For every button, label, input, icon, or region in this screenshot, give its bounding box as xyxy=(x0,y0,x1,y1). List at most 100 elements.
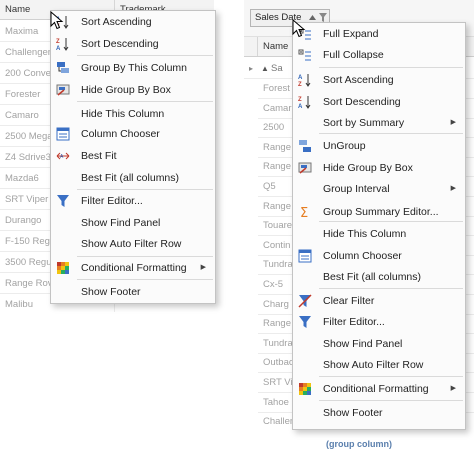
conditional-formatting-icon xyxy=(56,261,70,275)
menu-item-label: Sort Ascending xyxy=(81,16,152,28)
group-by-column-icon xyxy=(56,61,70,75)
menu-separator xyxy=(319,67,463,68)
mouse-cursor-icon xyxy=(292,19,306,38)
menu-item-label: Filter Editor... xyxy=(81,195,143,207)
menu-item-label: Sort Descending xyxy=(323,96,401,108)
menu-item-group-by-this-column[interactable]: Group By This Column xyxy=(51,58,215,78)
svg-text:Z: Z xyxy=(298,82,302,87)
menu-item-best-fit[interactable]: A Best Fit xyxy=(51,146,215,166)
right-context-menu: Full Expand Full Collapse A Z Sort Ascending… xyxy=(292,22,466,430)
hide-group-box-icon xyxy=(56,83,70,97)
submenu-arrow-icon: ▶ xyxy=(200,264,206,271)
menu-item-show-find-panel[interactable]: Show Find Panel xyxy=(51,213,215,233)
menu-item-label: Best Fit xyxy=(81,150,117,162)
svg-text:Z: Z xyxy=(56,39,60,45)
menu-item-sort-ascending[interactable]: AZSort Ascending xyxy=(293,70,465,90)
menu-item-group-summary-editor[interactable]: Σ Group Summary Editor... xyxy=(293,202,465,222)
filter-icon xyxy=(56,194,70,208)
menu-item-label: Conditional Formatting xyxy=(81,262,187,274)
menu-separator xyxy=(77,55,213,56)
menu-item-column-chooser[interactable]: Column Chooser xyxy=(51,124,215,144)
menu-separator xyxy=(319,133,463,134)
menu-item-column-chooser[interactable]: Column Chooser xyxy=(293,246,465,266)
sort-descending-icon: ZA xyxy=(298,95,312,110)
menu-item-label: Best Fit (all columns) xyxy=(323,271,422,283)
menu-separator xyxy=(77,256,213,257)
svg-text:A: A xyxy=(298,75,303,81)
submenu-arrow-icon: ▶ xyxy=(450,119,456,126)
menu-item-label: Full Collapse xyxy=(323,49,384,61)
sort-arrow-icon: ▲ xyxy=(261,64,269,73)
menu-item-label: Hide This Column xyxy=(323,228,407,240)
menu-item-label: Hide Group By Box xyxy=(323,162,413,174)
menu-separator xyxy=(77,101,213,102)
menu-separator xyxy=(319,400,463,401)
menu-item-show-find-panel[interactable]: Show Find Panel xyxy=(293,334,465,354)
expand-arrow-icon[interactable]: ▸ xyxy=(249,58,253,78)
menu-item-label: Filter Editor... xyxy=(323,316,385,328)
menu-item-sort-ascending[interactable]: AZSort Ascending xyxy=(51,12,215,32)
menu-item-sort-descending[interactable]: Z A Sort Descending xyxy=(51,34,215,54)
sort-ascending-icon: AZ xyxy=(298,73,312,88)
column-chooser-icon xyxy=(298,249,312,263)
menu-item-label: Column Chooser xyxy=(81,128,160,140)
figure-caption: (group column) xyxy=(326,439,392,449)
filter-icon[interactable] xyxy=(319,13,327,22)
menu-item-label: Sort Descending xyxy=(81,38,159,50)
conditional-formatting-icon xyxy=(298,382,312,396)
column-chooser-icon xyxy=(56,127,70,141)
menu-item-label: Column Chooser xyxy=(323,250,402,262)
menu-item-label: Hide Group By Box xyxy=(81,84,171,96)
menu-item-show-footer[interactable]: Show Footer xyxy=(51,282,215,302)
menu-item-filter-editor[interactable]: Filter Editor... xyxy=(293,312,465,332)
menu-item-label: Clear Filter xyxy=(323,295,375,307)
submenu-arrow-icon: ▶ xyxy=(450,385,456,392)
indent-header xyxy=(244,37,258,56)
menu-separator xyxy=(319,221,463,222)
svg-text:A: A xyxy=(298,104,303,109)
menu-item-full-expand[interactable]: Full Expand xyxy=(293,24,465,44)
menu-item-show-auto-filter-row[interactable]: Show Auto Filter Row xyxy=(51,234,215,254)
menu-item-label: Hide This Column xyxy=(81,108,165,120)
ungroup-icon xyxy=(298,139,312,153)
group-row-label: Sa xyxy=(271,63,283,74)
menu-item-best-fit-all-columns[interactable]: Best Fit (all columns) xyxy=(293,267,465,287)
menu-item-show-auto-filter-row[interactable]: Show Auto Filter Row xyxy=(293,355,465,375)
menu-item-clear-filter[interactable]: Clear Filter xyxy=(293,291,465,311)
menu-item-label: Show Footer xyxy=(81,286,141,298)
menu-item-hide-group-by-box[interactable]: Hide Group By Box xyxy=(51,80,215,100)
menu-item-hide-this-column[interactable]: Hide This Column xyxy=(293,224,465,244)
svg-text:Z: Z xyxy=(298,97,302,103)
menu-item-label: Group Interval xyxy=(323,183,390,195)
hide-group-box-icon xyxy=(298,161,312,175)
best-fit-icon: A xyxy=(56,149,70,163)
svg-text:Σ: Σ xyxy=(300,206,308,219)
menu-item-full-collapse[interactable]: Full Collapse xyxy=(293,45,465,65)
menu-item-label: Sort by Summary xyxy=(323,117,405,129)
menu-item-label: Show Find Panel xyxy=(323,338,403,350)
menu-item-ungroup[interactable]: UnGroup xyxy=(293,136,465,156)
menu-item-show-footer[interactable]: Show Footer xyxy=(293,403,465,423)
menu-item-hide-group-by-box[interactable]: Hide Group By Box xyxy=(293,158,465,178)
menu-item-label: Show Find Panel xyxy=(81,217,161,229)
menu-separator xyxy=(77,279,213,280)
menu-item-group-interval[interactable]: Group Interval ▶ xyxy=(293,179,465,199)
menu-item-sort-descending[interactable]: Z A Sort Descending xyxy=(293,92,465,112)
left-context-menu: AZSort AscendingZASort DescendingGroup B… xyxy=(50,10,216,304)
clear-filter-icon xyxy=(298,294,312,308)
menu-item-label: Best Fit (all columns) xyxy=(81,172,180,184)
menu-item-hide-this-column[interactable]: Hide This Column xyxy=(51,104,215,124)
menu-item-label: Conditional Formatting xyxy=(323,383,429,395)
menu-separator xyxy=(319,376,463,377)
menu-item-label: Show Auto Filter Row xyxy=(81,238,182,250)
menu-item-best-fit-all-columns[interactable]: Best Fit (all columns) xyxy=(51,168,215,188)
menu-item-label: Show Footer xyxy=(323,407,383,419)
menu-item-conditional-formatting[interactable]: Conditional Formatting ▶ xyxy=(51,258,215,278)
sort-arrow-icon xyxy=(309,15,316,20)
menu-item-conditional-formatting[interactable]: Conditional Formatting ▶ xyxy=(293,379,465,399)
menu-item-filter-editor[interactable]: Filter Editor... xyxy=(51,191,215,211)
full-collapse-icon xyxy=(298,48,312,62)
svg-text:A: A xyxy=(56,46,61,51)
menu-item-sort-by-summary[interactable]: Sort by Summary ▶ xyxy=(293,113,465,133)
menu-separator xyxy=(77,189,213,190)
